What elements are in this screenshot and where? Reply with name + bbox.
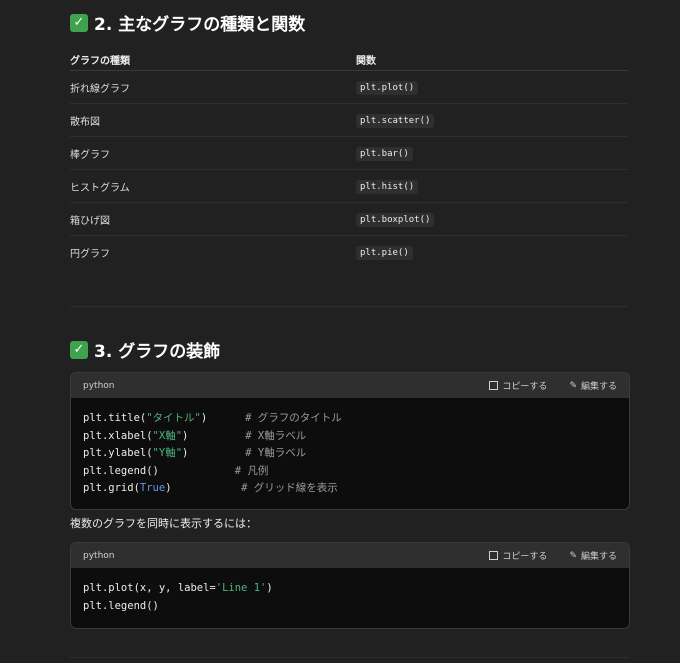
table-row: ヒストグラム plt.hist() xyxy=(70,169,628,203)
column-header: 関数 xyxy=(356,48,628,71)
code-line: plt.xlabel("X軸") # X軸ラベル xyxy=(83,429,307,442)
function-cell: plt.scatter() xyxy=(356,103,628,137)
paragraph: 複数のグラフを同時に表示するには： xyxy=(70,517,257,530)
code-content[interactable]: plt.title("タイトル") # グラフのタイトル plt.xlabel(… xyxy=(71,398,629,509)
code-block-header: python コピーする ✎ 編集する xyxy=(71,373,629,398)
code-line: plt.legend() xyxy=(83,599,159,612)
section-title: 2. 主なグラフの種類と関数 xyxy=(94,15,306,35)
edit-button[interactable]: ✎ 編集する xyxy=(569,549,617,563)
table-header-row: グラフの種類 関数 xyxy=(70,48,628,71)
code-actions: コピーする ✎ 編集する xyxy=(489,549,617,562)
code-language: python xyxy=(83,380,115,391)
copy-label: コピーする xyxy=(502,552,548,562)
section-title: 3. グラフの装飾 xyxy=(94,342,221,362)
code-line: plt.ylabel("Y軸") # Y軸ラベル xyxy=(83,447,307,459)
graph-type-cell: ヒストグラム xyxy=(70,169,356,203)
section-heading: ✓ 3. グラフの装飾 xyxy=(70,337,220,362)
code-block: python コピーする ✎ 編集する plt.plot(x, y, label… xyxy=(70,542,630,629)
edit-button[interactable]: ✎ 編集する xyxy=(569,379,617,393)
code-block: python コピーする ✎ 編集する plt.title("タイトル") # … xyxy=(70,372,630,510)
function-cell: plt.plot() xyxy=(356,70,628,104)
check-icon: ✓ xyxy=(70,340,88,359)
edit-label: 編集する xyxy=(580,382,617,392)
inline-code: plt.scatter() xyxy=(356,113,435,128)
inline-code: plt.hist() xyxy=(356,179,419,194)
code-language: python xyxy=(83,550,115,561)
function-cell: plt.pie() xyxy=(356,236,628,269)
copy-button[interactable]: コピーする xyxy=(489,379,547,392)
code-line: plt.title("タイトル") # グラフのタイトル xyxy=(83,412,342,424)
function-cell: plt.boxplot() xyxy=(356,202,628,236)
graph-type-cell: 棒グラフ xyxy=(70,136,356,170)
inline-code: plt.plot() xyxy=(356,80,419,95)
table-row: 箱ひげ図 plt.boxplot() xyxy=(70,202,628,236)
column-header: グラフの種類 xyxy=(70,48,356,71)
function-cell: plt.bar() xyxy=(356,136,628,170)
section-divider xyxy=(70,657,628,658)
table-row: 折れ線グラフ plt.plot() xyxy=(70,70,628,104)
graph-type-cell: 箱ひげ図 xyxy=(70,202,356,236)
function-cell: plt.hist() xyxy=(356,169,628,203)
inline-code: plt.boxplot() xyxy=(356,212,435,227)
graph-type-cell: 散布図 xyxy=(70,103,356,137)
check-icon: ✓ xyxy=(70,13,88,32)
code-content[interactable]: plt.plot(x, y, label='Line 1') plt.legen… xyxy=(71,568,629,627)
copy-icon xyxy=(489,551,499,560)
graph-type-cell: 折れ線グラフ xyxy=(70,70,356,104)
edit-icon: ✎ xyxy=(569,380,577,391)
copy-label: コピーする xyxy=(502,382,548,392)
code-block-header: python コピーする ✎ 編集する xyxy=(71,543,629,568)
table-row: 円グラフ plt.pie() xyxy=(70,236,628,269)
table-row: 散布図 plt.scatter() xyxy=(70,103,628,137)
inline-code: plt.pie() xyxy=(356,245,413,260)
section-divider xyxy=(70,306,628,307)
graph-type-cell: 円グラフ xyxy=(70,248,110,260)
section-heading: ✓ 2. 主なグラフの種類と関数 xyxy=(70,10,305,35)
code-line: plt.plot(x, y, label='Line 1') xyxy=(83,582,273,594)
code-line: plt.legend() # 凡例 xyxy=(83,464,269,477)
table-row: 棒グラフ plt.bar() xyxy=(70,136,628,170)
inline-code: plt.bar() xyxy=(356,146,413,161)
code-actions: コピーする ✎ 編集する xyxy=(489,379,617,392)
code-line: plt.grid(True) # グリッド線を表示 xyxy=(83,482,338,494)
graph-functions-table: グラフの種類 関数 折れ線グラフ plt.plot() 散布図 plt.scat… xyxy=(70,48,628,268)
copy-icon xyxy=(489,381,499,390)
edit-label: 編集する xyxy=(580,552,617,562)
edit-icon: ✎ xyxy=(569,550,577,561)
copy-button[interactable]: コピーする xyxy=(489,549,547,562)
